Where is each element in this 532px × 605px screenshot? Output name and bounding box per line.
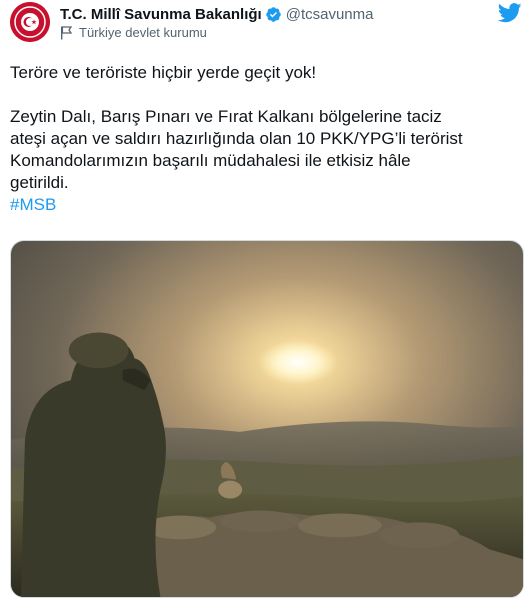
tweet-text-line: getirildi. xyxy=(10,173,69,192)
hashtag-link[interactable]: #MSB xyxy=(10,195,56,214)
government-label-text: Türkiye devlet kurumu xyxy=(79,25,207,40)
government-flag-icon xyxy=(61,25,73,39)
tweet-header: T.C. Millî Savunma Bakanlığı @tcsavunma xyxy=(60,4,373,24)
government-label: Türkiye devlet kurumu xyxy=(60,25,207,40)
tweet-text-line: Zeytin Dalı, Barış Pınarı ve Fırat Kalka… xyxy=(10,107,442,126)
soldier-sunset-photo xyxy=(11,241,523,597)
twitter-bird-icon[interactable] xyxy=(498,3,522,23)
tweet-text-line: Teröre ve teröriste hiçbir yerde geçit y… xyxy=(10,63,317,82)
account-handle[interactable]: @tcsavunma xyxy=(286,6,374,23)
tweet-text-line: ateşi açan ve saldırı hazırlığında olan … xyxy=(10,129,463,148)
tweet-media-photo[interactable] xyxy=(10,240,524,598)
tweet-text: Teröre ve teröriste hiçbir yerde geçit y… xyxy=(10,62,520,216)
display-name[interactable]: T.C. Millî Savunma Bakanlığı xyxy=(60,6,262,23)
avatar[interactable] xyxy=(10,2,50,42)
tweet-text-line: Komandolarımızın başarılı müdahalesi ile… xyxy=(10,151,411,170)
ministry-emblem-icon xyxy=(10,2,50,42)
tweet-card: T.C. Millî Savunma Bakanlığı @tcsavunma … xyxy=(0,0,532,605)
verified-badge-icon xyxy=(265,6,281,22)
